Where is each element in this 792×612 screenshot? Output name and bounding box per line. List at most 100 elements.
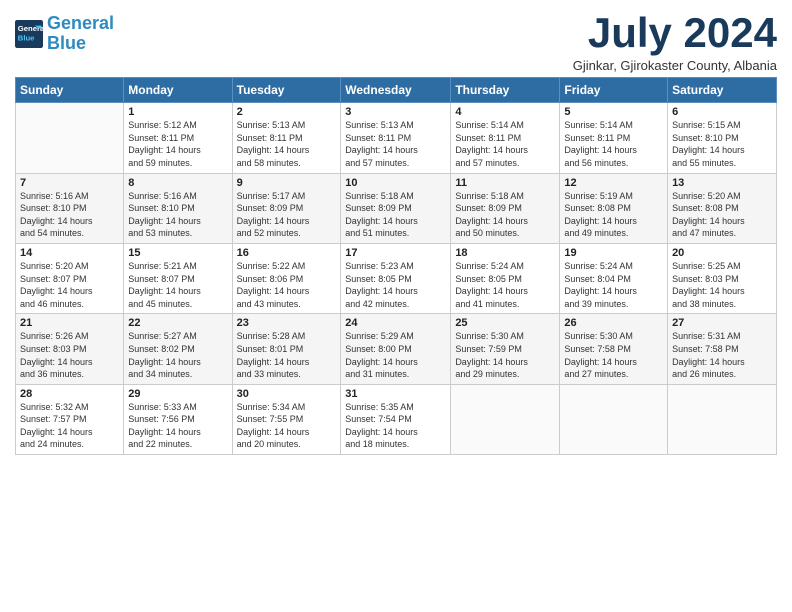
- day-header-tuesday: Tuesday: [232, 78, 341, 103]
- day-info: Sunrise: 5:18 AM Sunset: 8:09 PM Dayligh…: [345, 190, 446, 240]
- day-info: Sunrise: 5:33 AM Sunset: 7:56 PM Dayligh…: [128, 401, 227, 451]
- day-info: Sunrise: 5:29 AM Sunset: 8:00 PM Dayligh…: [345, 330, 446, 380]
- day-number: 7: [20, 177, 119, 189]
- svg-text:Blue: Blue: [18, 33, 35, 42]
- day-cell: 30Sunrise: 5:34 AM Sunset: 7:55 PM Dayli…: [232, 384, 341, 454]
- logo-text: GeneralBlue: [47, 14, 114, 54]
- day-number: 14: [20, 247, 119, 259]
- day-info: Sunrise: 5:28 AM Sunset: 8:01 PM Dayligh…: [237, 330, 337, 380]
- day-number: 27: [672, 317, 772, 329]
- day-number: 26: [564, 317, 663, 329]
- day-number: 11: [455, 177, 555, 189]
- day-info: Sunrise: 5:17 AM Sunset: 8:09 PM Dayligh…: [237, 190, 337, 240]
- day-info: Sunrise: 5:20 AM Sunset: 8:08 PM Dayligh…: [672, 190, 772, 240]
- day-number: 15: [128, 247, 227, 259]
- day-number: 9: [237, 177, 337, 189]
- day-info: Sunrise: 5:22 AM Sunset: 8:06 PM Dayligh…: [237, 260, 337, 310]
- logo-icon: General Blue: [15, 20, 43, 48]
- day-number: 6: [672, 106, 772, 118]
- month-title: July 2024: [573, 10, 777, 56]
- day-info: Sunrise: 5:14 AM Sunset: 8:11 PM Dayligh…: [455, 119, 555, 169]
- day-number: 29: [128, 388, 227, 400]
- svg-text:General: General: [18, 24, 43, 33]
- header-row: SundayMondayTuesdayWednesdayThursdayFrid…: [16, 78, 777, 103]
- day-number: 24: [345, 317, 446, 329]
- day-number: 20: [672, 247, 772, 259]
- day-cell: 21Sunrise: 5:26 AM Sunset: 8:03 PM Dayli…: [16, 314, 124, 384]
- header: General Blue GeneralBlue July 2024 Gjink…: [15, 10, 777, 73]
- day-cell: 15Sunrise: 5:21 AM Sunset: 8:07 PM Dayli…: [124, 243, 232, 313]
- day-info: Sunrise: 5:31 AM Sunset: 7:58 PM Dayligh…: [672, 330, 772, 380]
- day-cell: 26Sunrise: 5:30 AM Sunset: 7:58 PM Dayli…: [560, 314, 668, 384]
- day-number: 10: [345, 177, 446, 189]
- week-row-3: 14Sunrise: 5:20 AM Sunset: 8:07 PM Dayli…: [16, 243, 777, 313]
- day-cell: 16Sunrise: 5:22 AM Sunset: 8:06 PM Dayli…: [232, 243, 341, 313]
- day-info: Sunrise: 5:35 AM Sunset: 7:54 PM Dayligh…: [345, 401, 446, 451]
- day-number: 1: [128, 106, 227, 118]
- day-number: 23: [237, 317, 337, 329]
- day-info: Sunrise: 5:30 AM Sunset: 7:59 PM Dayligh…: [455, 330, 555, 380]
- day-number: 4: [455, 106, 555, 118]
- day-info: Sunrise: 5:24 AM Sunset: 8:05 PM Dayligh…: [455, 260, 555, 310]
- day-cell: [668, 384, 777, 454]
- day-info: Sunrise: 5:26 AM Sunset: 8:03 PM Dayligh…: [20, 330, 119, 380]
- title-block: July 2024 Gjinkar, Gjirokaster County, A…: [573, 10, 777, 73]
- day-number: 8: [128, 177, 227, 189]
- week-row-1: 1Sunrise: 5:12 AM Sunset: 8:11 PM Daylig…: [16, 103, 777, 173]
- day-cell: [451, 384, 560, 454]
- day-header-saturday: Saturday: [668, 78, 777, 103]
- day-info: Sunrise: 5:34 AM Sunset: 7:55 PM Dayligh…: [237, 401, 337, 451]
- day-cell: 2Sunrise: 5:13 AM Sunset: 8:11 PM Daylig…: [232, 103, 341, 173]
- day-info: Sunrise: 5:14 AM Sunset: 8:11 PM Dayligh…: [564, 119, 663, 169]
- day-number: 12: [564, 177, 663, 189]
- day-number: 19: [564, 247, 663, 259]
- day-cell: 20Sunrise: 5:25 AM Sunset: 8:03 PM Dayli…: [668, 243, 777, 313]
- day-cell: 22Sunrise: 5:27 AM Sunset: 8:02 PM Dayli…: [124, 314, 232, 384]
- day-cell: 18Sunrise: 5:24 AM Sunset: 8:05 PM Dayli…: [451, 243, 560, 313]
- day-info: Sunrise: 5:24 AM Sunset: 8:04 PM Dayligh…: [564, 260, 663, 310]
- day-number: 28: [20, 388, 119, 400]
- day-cell: 5Sunrise: 5:14 AM Sunset: 8:11 PM Daylig…: [560, 103, 668, 173]
- day-cell: 28Sunrise: 5:32 AM Sunset: 7:57 PM Dayli…: [16, 384, 124, 454]
- week-row-4: 21Sunrise: 5:26 AM Sunset: 8:03 PM Dayli…: [16, 314, 777, 384]
- day-info: Sunrise: 5:16 AM Sunset: 8:10 PM Dayligh…: [128, 190, 227, 240]
- day-info: Sunrise: 5:15 AM Sunset: 8:10 PM Dayligh…: [672, 119, 772, 169]
- day-cell: 25Sunrise: 5:30 AM Sunset: 7:59 PM Dayli…: [451, 314, 560, 384]
- day-number: 2: [237, 106, 337, 118]
- subtitle: Gjinkar, Gjirokaster County, Albania: [573, 58, 777, 73]
- day-info: Sunrise: 5:18 AM Sunset: 8:09 PM Dayligh…: [455, 190, 555, 240]
- day-info: Sunrise: 5:16 AM Sunset: 8:10 PM Dayligh…: [20, 190, 119, 240]
- day-number: 22: [128, 317, 227, 329]
- logo: General Blue GeneralBlue: [15, 14, 114, 54]
- week-row-5: 28Sunrise: 5:32 AM Sunset: 7:57 PM Dayli…: [16, 384, 777, 454]
- day-number: 5: [564, 106, 663, 118]
- calendar-table: SundayMondayTuesdayWednesdayThursdayFrid…: [15, 77, 777, 455]
- day-info: Sunrise: 5:30 AM Sunset: 7:58 PM Dayligh…: [564, 330, 663, 380]
- day-cell: 1Sunrise: 5:12 AM Sunset: 8:11 PM Daylig…: [124, 103, 232, 173]
- day-info: Sunrise: 5:13 AM Sunset: 8:11 PM Dayligh…: [345, 119, 446, 169]
- day-cell: 23Sunrise: 5:28 AM Sunset: 8:01 PM Dayli…: [232, 314, 341, 384]
- day-header-sunday: Sunday: [16, 78, 124, 103]
- day-cell: 8Sunrise: 5:16 AM Sunset: 8:10 PM Daylig…: [124, 173, 232, 243]
- day-info: Sunrise: 5:19 AM Sunset: 8:08 PM Dayligh…: [564, 190, 663, 240]
- day-number: 13: [672, 177, 772, 189]
- day-cell: 3Sunrise: 5:13 AM Sunset: 8:11 PM Daylig…: [341, 103, 451, 173]
- day-number: 18: [455, 247, 555, 259]
- day-cell: 17Sunrise: 5:23 AM Sunset: 8:05 PM Dayli…: [341, 243, 451, 313]
- day-number: 30: [237, 388, 337, 400]
- day-header-wednesday: Wednesday: [341, 78, 451, 103]
- week-row-2: 7Sunrise: 5:16 AM Sunset: 8:10 PM Daylig…: [16, 173, 777, 243]
- day-number: 31: [345, 388, 446, 400]
- day-info: Sunrise: 5:20 AM Sunset: 8:07 PM Dayligh…: [20, 260, 119, 310]
- day-cell: 4Sunrise: 5:14 AM Sunset: 8:11 PM Daylig…: [451, 103, 560, 173]
- day-cell: 14Sunrise: 5:20 AM Sunset: 8:07 PM Dayli…: [16, 243, 124, 313]
- day-header-monday: Monday: [124, 78, 232, 103]
- day-cell: 6Sunrise: 5:15 AM Sunset: 8:10 PM Daylig…: [668, 103, 777, 173]
- day-cell: [16, 103, 124, 173]
- day-info: Sunrise: 5:13 AM Sunset: 8:11 PM Dayligh…: [237, 119, 337, 169]
- day-info: Sunrise: 5:32 AM Sunset: 7:57 PM Dayligh…: [20, 401, 119, 451]
- day-info: Sunrise: 5:23 AM Sunset: 8:05 PM Dayligh…: [345, 260, 446, 310]
- day-cell: 13Sunrise: 5:20 AM Sunset: 8:08 PM Dayli…: [668, 173, 777, 243]
- day-header-friday: Friday: [560, 78, 668, 103]
- day-cell: 27Sunrise: 5:31 AM Sunset: 7:58 PM Dayli…: [668, 314, 777, 384]
